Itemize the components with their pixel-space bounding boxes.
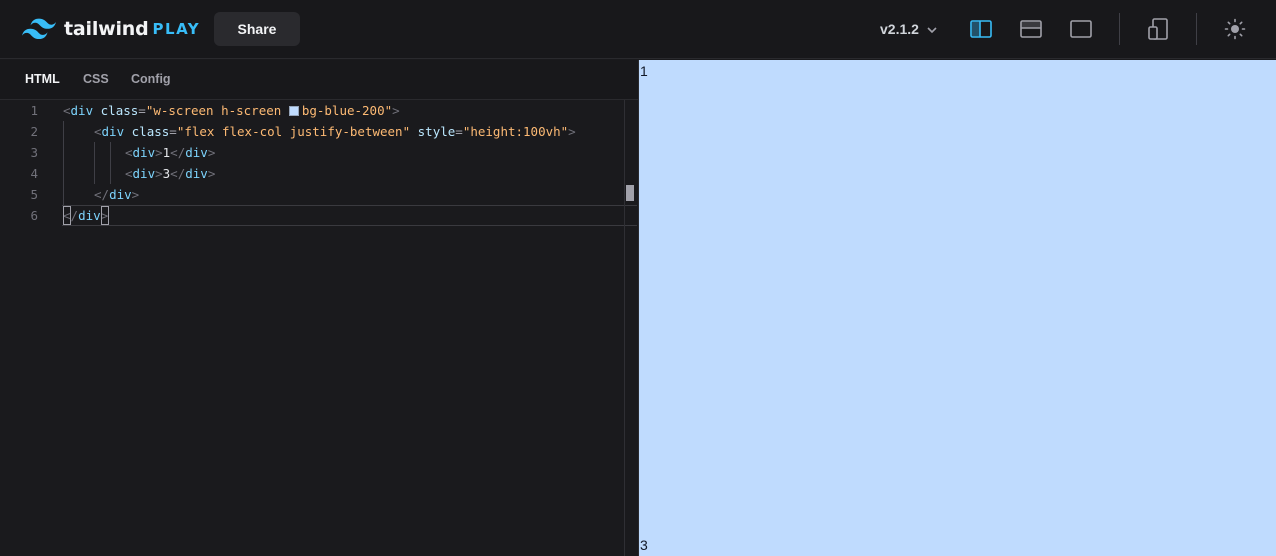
token: < bbox=[125, 166, 133, 181]
token: div bbox=[109, 187, 132, 202]
token: div bbox=[70, 103, 94, 118]
line-number: 3 bbox=[30, 145, 38, 160]
token: > bbox=[392, 103, 400, 118]
top-bar: tailwind PLAY Share v2.1.2 bbox=[0, 0, 1276, 59]
preview-text-bottom: 3 bbox=[640, 537, 648, 553]
responsive-design-icon[interactable] bbox=[1146, 17, 1170, 41]
editor-tabs: HTML CSS Config bbox=[0, 60, 638, 100]
token: < bbox=[125, 145, 133, 160]
token: > bbox=[131, 187, 140, 202]
token: > bbox=[207, 166, 216, 181]
token: div bbox=[101, 124, 125, 139]
preview-pane: 1 3 bbox=[638, 60, 1276, 556]
token: div bbox=[185, 145, 208, 160]
toolbar-divider bbox=[1119, 13, 1120, 45]
code-line: <div class="flex flex-col justify-betwee… bbox=[94, 121, 576, 142]
theme-sun-icon[interactable] bbox=[1223, 17, 1247, 41]
token: div bbox=[185, 166, 208, 181]
token: </ bbox=[94, 187, 110, 202]
scrollbar-cursor-marker bbox=[626, 185, 634, 201]
indent-guide bbox=[63, 121, 64, 205]
tab-css[interactable]: CSS bbox=[83, 60, 109, 100]
tab-html[interactable]: HTML bbox=[25, 60, 60, 100]
line-number: 1 bbox=[30, 103, 38, 118]
indent-guide bbox=[110, 142, 111, 184]
logo-play-label: PLAY bbox=[152, 20, 201, 38]
token: < bbox=[94, 124, 102, 139]
token: class bbox=[131, 124, 170, 139]
code-editor[interactable]: 1 2 3 4 5 6 <div class="w-screen h-scree… bbox=[0, 100, 638, 556]
token: = bbox=[169, 124, 177, 139]
preview-text-top: 1 bbox=[640, 63, 648, 79]
token: < bbox=[63, 103, 71, 118]
tab-config[interactable]: Config bbox=[131, 60, 171, 100]
toolbar-divider bbox=[1196, 13, 1197, 45]
editor-scrollbar[interactable] bbox=[624, 100, 625, 556]
token: bg-blue-200" bbox=[301, 103, 393, 118]
layout-vertical-split-icon[interactable] bbox=[969, 17, 993, 41]
token: = bbox=[138, 103, 146, 118]
code-line: <div>3</div> bbox=[125, 163, 215, 184]
token: "height:100vh" bbox=[462, 124, 569, 139]
token: div bbox=[132, 166, 156, 181]
layout-horizontal-split-icon[interactable] bbox=[1019, 17, 1043, 41]
line-number: 5 bbox=[30, 187, 38, 202]
logo-wordmark: tailwind bbox=[64, 18, 149, 40]
logo-wave-icon bbox=[22, 18, 56, 40]
bracket-match-highlight bbox=[63, 206, 71, 225]
token: > bbox=[155, 166, 163, 181]
token: "w-screen h-screen bbox=[145, 103, 289, 118]
token: class bbox=[100, 103, 139, 118]
line-number: 2 bbox=[30, 124, 38, 139]
token: </ bbox=[170, 166, 186, 181]
token: = bbox=[455, 124, 463, 139]
tailwind-play-logo[interactable]: tailwind PLAY bbox=[22, 17, 200, 41]
line-number: 6 bbox=[30, 208, 38, 223]
line-number: 4 bbox=[30, 166, 38, 181]
token: div bbox=[132, 145, 156, 160]
code-line: <div class="w-screen h-screen bg-blue-20… bbox=[63, 100, 400, 121]
bracket-match-highlight bbox=[101, 206, 109, 225]
token: > bbox=[207, 145, 216, 160]
indent-guide bbox=[94, 142, 95, 184]
chevron-down-icon bbox=[927, 21, 937, 37]
current-line-highlight bbox=[62, 205, 637, 226]
code-line: <div>1</div> bbox=[125, 142, 215, 163]
version-select[interactable]: v2.1.2 bbox=[880, 20, 937, 38]
layout-preview-only-icon[interactable] bbox=[1069, 17, 1093, 41]
token: > bbox=[155, 145, 163, 160]
token: style bbox=[417, 124, 456, 139]
token: </ bbox=[170, 145, 186, 160]
share-button[interactable]: Share bbox=[214, 12, 300, 46]
token: > bbox=[568, 124, 576, 139]
code-line: </div> bbox=[94, 184, 139, 205]
color-swatch[interactable] bbox=[288, 106, 299, 116]
version-label: v2.1.2 bbox=[880, 21, 919, 37]
token: "flex flex-col justify-between" bbox=[176, 124, 411, 139]
